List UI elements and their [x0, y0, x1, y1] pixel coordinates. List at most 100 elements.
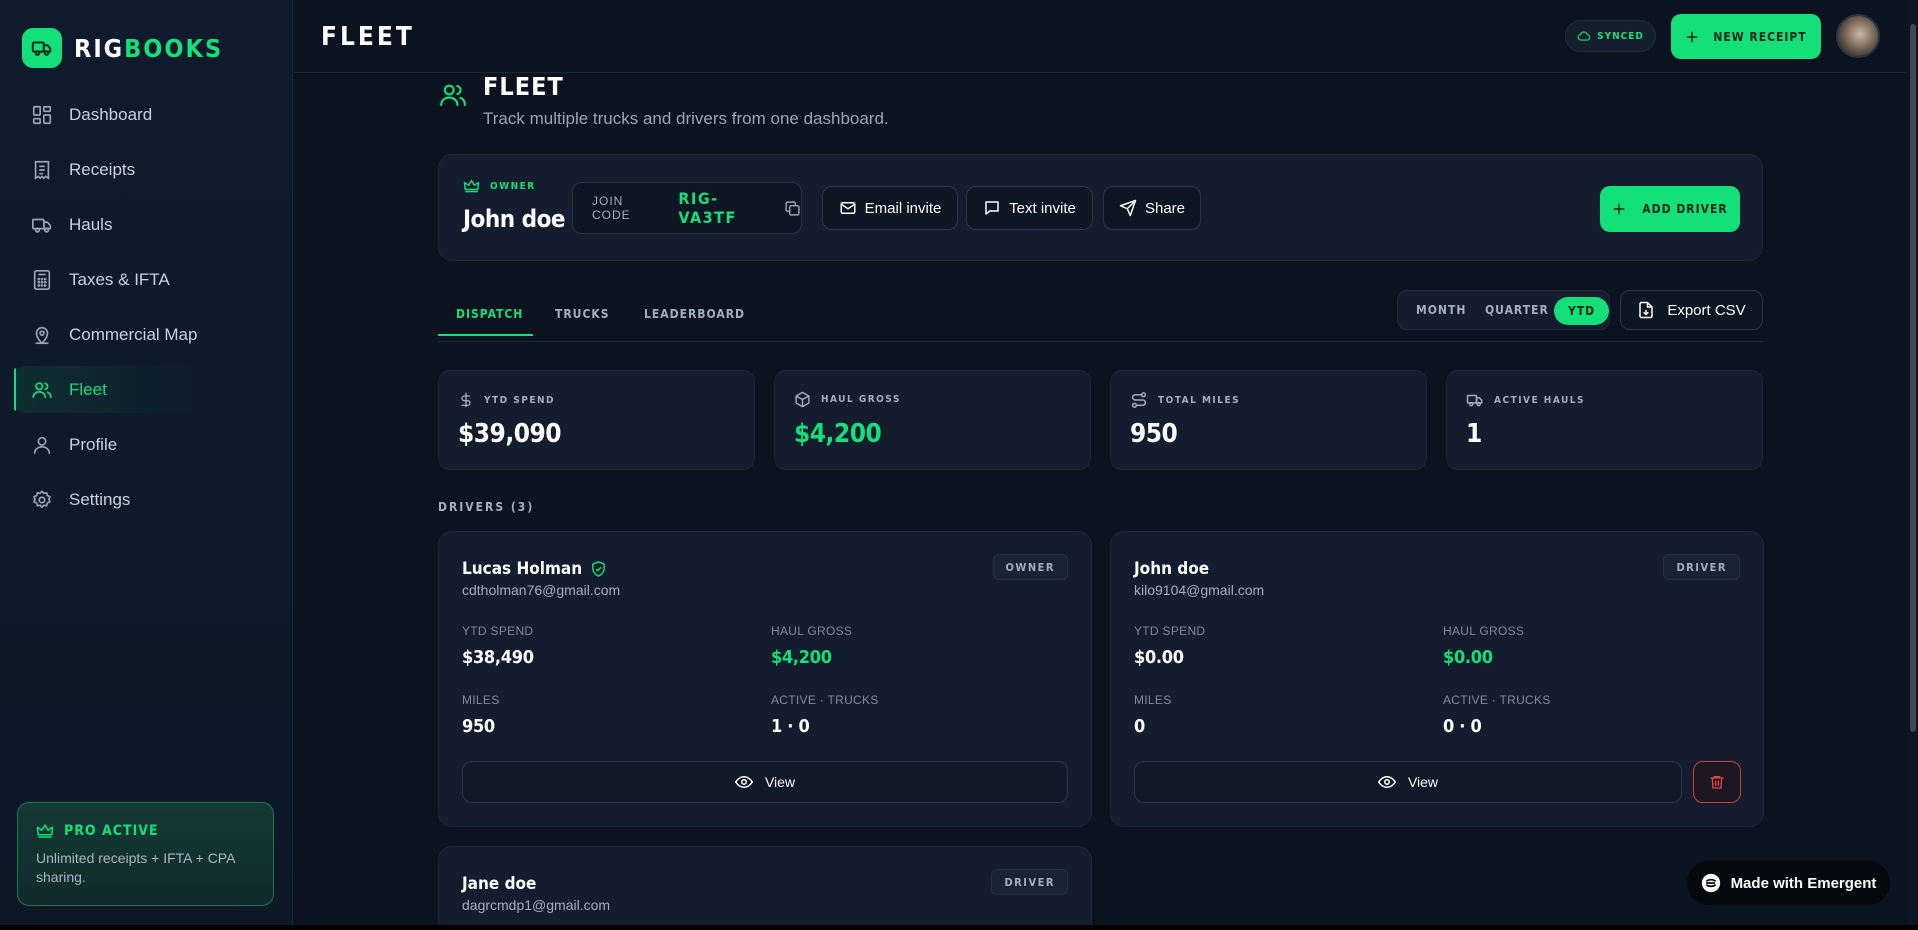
export-csv-button[interactable]: Export CSV — [1620, 290, 1763, 330]
package-icon — [795, 391, 810, 408]
metric-haul-gross: $4,200 — [771, 647, 832, 668]
sidebar-item-settings[interactable]: Settings — [14, 476, 278, 523]
topbar: FLEET SYNCED NEW RECEIPT — [294, 0, 1918, 73]
users-icon — [438, 80, 468, 129]
calculator-icon — [31, 269, 53, 291]
join-code-label: JOIN CODE — [592, 194, 631, 222]
topbar-title: FLEET — [321, 22, 415, 52]
view-button[interactable]: View — [1134, 761, 1682, 803]
cloud-icon — [1577, 31, 1591, 41]
driver-email: cdtholman76@gmail.com — [462, 582, 621, 598]
metric-label: ACTIVE · TRUCKS — [771, 693, 879, 707]
join-code-box: JOIN CODE RIG-VA3TF — [572, 182, 802, 234]
sidebar-item-fleet[interactable]: Fleet — [14, 366, 278, 413]
users-icon — [31, 379, 53, 401]
page-title: FLEET — [483, 72, 564, 101]
metric-ytd-spend: $0.00 — [1134, 647, 1184, 668]
metric-label: MILES — [462, 693, 500, 707]
owner-name: John doe — [463, 205, 566, 233]
crown-icon — [463, 179, 480, 193]
dashboard-icon — [31, 104, 53, 126]
owner-role-label: OWNER — [463, 179, 536, 193]
scrollbar-thumb[interactable] — [1910, 24, 1916, 732]
role-badge: DRIVER — [1663, 554, 1740, 580]
route-icon — [1131, 392, 1147, 408]
drivers-heading: DRIVERS (3) — [438, 500, 535, 514]
metric-label: MILES — [1134, 693, 1172, 707]
user-icon — [31, 434, 53, 456]
tab-leaderboard[interactable]: LEADERBOARD — [644, 307, 745, 321]
new-receipt-button[interactable]: NEW RECEIPT — [1671, 14, 1821, 59]
sidebar-item-profile[interactable]: Profile — [14, 421, 278, 468]
sidebar-item-dashboard[interactable]: Dashboard — [14, 91, 278, 138]
eye-icon — [1377, 775, 1396, 789]
copy-icon[interactable] — [784, 200, 801, 217]
emergent-logo-icon — [1701, 873, 1720, 893]
plus-icon — [1613, 203, 1625, 215]
brand-name: RIGBOOKS — [74, 33, 224, 63]
metric-active-trucks: 0 · 0 — [1443, 716, 1482, 737]
tab-dispatch[interactable]: DISPATCH — [456, 307, 523, 321]
metric-label: HAUL GROSS — [771, 624, 853, 638]
stat-value: 950 — [1130, 419, 1178, 449]
text-invite-button[interactable]: Text invite — [966, 186, 1093, 230]
sidebar-item-label: Dashboard — [69, 104, 153, 124]
metric-miles: 950 — [462, 716, 495, 737]
share-button[interactable]: Share — [1103, 186, 1201, 230]
period-quarter[interactable]: QUARTER — [1485, 303, 1549, 317]
sidebar-item-commercial-map[interactable]: Commercial Map — [14, 311, 278, 358]
stat-ytd-spend: YTD SPEND $39,090 — [438, 370, 755, 470]
metric-label: YTD SPEND — [1134, 624, 1206, 638]
page-header: FLEET Track multiple trucks and drivers … — [438, 72, 889, 129]
stat-active-hauls: ACTIVE HAULS 1 — [1446, 370, 1763, 470]
driver-name: Lucas Holman — [462, 559, 583, 579]
window-bottom-edge — [0, 925, 1918, 930]
map-pin-icon — [31, 324, 53, 346]
driver-email: kilo9104@gmail.com — [1134, 582, 1265, 598]
period-ytd[interactable]: YTD — [1554, 297, 1610, 325]
synced-badge[interactable]: SYNCED — [1565, 20, 1656, 52]
driver-card: Jane doe dagrcmdp1@gmail.com DRIVER — [438, 846, 1092, 930]
join-code-value: RIG-VA3TF — [678, 189, 737, 227]
tab-active-indicator — [438, 334, 533, 336]
stat-value: 1 — [1466, 419, 1482, 449]
sidebar-item-label: Receipts — [69, 159, 136, 179]
stat-label: ACTIVE HAULS — [1494, 394, 1585, 406]
truck-icon — [31, 214, 53, 236]
plus-icon — [1686, 31, 1698, 42]
sidebar-item-hauls[interactable]: Hauls — [14, 201, 278, 248]
role-badge: DRIVER — [991, 869, 1068, 895]
brand[interactable]: RIGBOOKS — [22, 28, 223, 68]
gear-icon — [31, 489, 53, 511]
stat-label: TOTAL MILES — [1158, 394, 1241, 406]
metric-label: YTD SPEND — [462, 624, 534, 638]
delete-driver-button[interactable] — [1693, 761, 1741, 803]
sidebar-item-receipts[interactable]: Receipts — [14, 146, 278, 193]
view-button[interactable]: View — [462, 761, 1068, 803]
metric-ytd-spend: $38,490 — [462, 647, 534, 668]
driver-name: Jane doe — [462, 874, 537, 894]
sidebar-item-taxes[interactable]: Taxes & IFTA — [14, 256, 278, 303]
sidebar-item-label: Settings — [69, 489, 131, 509]
send-icon — [1119, 199, 1137, 217]
dollar-icon — [461, 392, 471, 408]
file-download-icon — [1639, 301, 1654, 319]
eye-icon — [734, 775, 753, 789]
sidebar-item-label: Fleet — [69, 379, 107, 399]
avatar[interactable] — [1836, 14, 1880, 58]
tab-trucks[interactable]: TRUCKS — [555, 307, 610, 321]
period-toggle: MONTH QUARTER YTD — [1397, 290, 1610, 330]
sidebar-item-label: Profile — [69, 434, 118, 454]
sidebar-nav: Dashboard Receipts Hauls Taxes & IFTA Co… — [14, 91, 278, 531]
pro-description: Unlimited receipts + IFTA + CPA sharing. — [36, 850, 235, 885]
email-invite-button[interactable]: Email invite — [822, 186, 958, 230]
add-driver-button[interactable]: ADD DRIVER — [1600, 186, 1740, 232]
sidebar-item-label: Commercial Map — [69, 324, 198, 344]
made-with-emergent-badge[interactable]: Made with Emergent — [1687, 861, 1890, 905]
pro-plan-card[interactable]: PRO ACTIVE Unlimited receipts + IFTA + C… — [17, 802, 274, 906]
stat-value: $39,090 — [458, 419, 562, 449]
mail-icon — [840, 202, 856, 214]
period-month[interactable]: MONTH — [1416, 303, 1466, 317]
metric-miles: 0 — [1134, 716, 1145, 737]
sidebar-item-label: Taxes & IFTA — [69, 269, 170, 289]
